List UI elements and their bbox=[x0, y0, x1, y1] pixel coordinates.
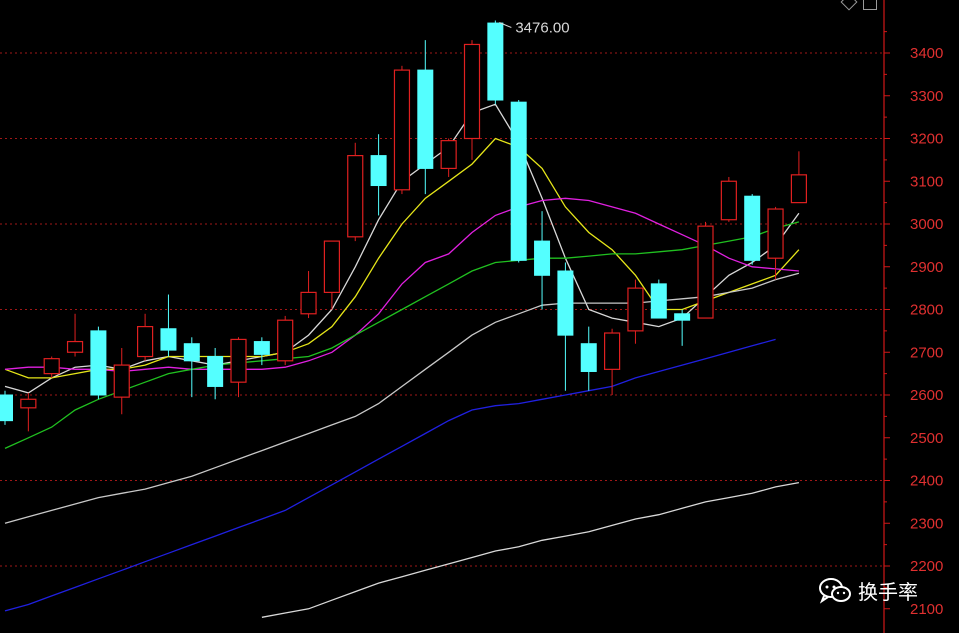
candle-body bbox=[697, 225, 714, 319]
candle-body bbox=[90, 330, 107, 396]
candle-body bbox=[487, 22, 504, 101]
square-icon[interactable] bbox=[863, 0, 877, 10]
candle-body bbox=[417, 69, 434, 169]
candle-body bbox=[66, 340, 84, 353]
watermark: 换手率 bbox=[818, 576, 918, 605]
candle-body bbox=[230, 338, 247, 383]
candle-body bbox=[674, 313, 691, 321]
candle-body bbox=[557, 270, 574, 336]
candle-body bbox=[534, 240, 551, 276]
candle-body bbox=[580, 343, 597, 372]
peak-annotation: 3476.00 bbox=[499, 20, 570, 37]
watermark-text: 换手率 bbox=[858, 580, 918, 604]
toolbar-icons bbox=[840, 0, 877, 11]
candle-body bbox=[323, 240, 340, 294]
price-axis: 2100220023002400250026002700280029003000… bbox=[883, 0, 943, 633]
candlestick-chart: 2100220023002400250026002700280029003000… bbox=[0, 0, 943, 633]
peak-label: 3476.00 bbox=[515, 20, 569, 37]
candle-body bbox=[277, 319, 294, 362]
axis-tick-label: 3100 bbox=[910, 173, 943, 190]
candles bbox=[0, 20, 808, 432]
wechat-icon bbox=[819, 577, 851, 604]
axis-tick-label: 2500 bbox=[910, 430, 943, 447]
axis-tick-label: 3400 bbox=[910, 45, 943, 62]
candle-body bbox=[43, 358, 60, 375]
moving-average-line bbox=[4, 272, 800, 524]
candle-body bbox=[0, 394, 13, 422]
candle-body bbox=[790, 174, 808, 204]
moving-average-line bbox=[261, 481, 800, 618]
axis-tick-label: 2900 bbox=[910, 259, 943, 276]
axis-tick-label: 3200 bbox=[910, 131, 943, 148]
candle-body bbox=[767, 208, 784, 259]
candle-body bbox=[650, 283, 667, 319]
axis-tick-label: 2200 bbox=[910, 558, 943, 575]
axis-tick-label: 3300 bbox=[910, 88, 943, 105]
axis-tick-label: 2700 bbox=[910, 344, 943, 361]
candle-body bbox=[720, 180, 737, 221]
candle-body bbox=[20, 398, 37, 409]
candle-body bbox=[347, 155, 364, 238]
axis-tick-label: 2400 bbox=[910, 473, 943, 490]
candle-body bbox=[393, 69, 411, 191]
candle-body bbox=[160, 328, 177, 351]
candle-body bbox=[370, 155, 387, 187]
candle-body bbox=[510, 101, 527, 261]
candle-body bbox=[440, 140, 457, 170]
axis-tick-label: 3000 bbox=[910, 216, 943, 233]
candle-body bbox=[183, 343, 200, 362]
candle-body bbox=[627, 287, 644, 332]
candle-body bbox=[744, 195, 761, 261]
axis-tick-label: 2800 bbox=[910, 302, 943, 319]
candle-body bbox=[603, 332, 621, 370]
candle-body bbox=[253, 341, 270, 355]
moving-average-line bbox=[4, 221, 800, 449]
grid-lines bbox=[0, 52, 884, 567]
candle-body bbox=[300, 291, 317, 315]
diamond-icon[interactable] bbox=[840, 0, 858, 11]
candle-body bbox=[137, 326, 154, 358]
candle-body bbox=[207, 356, 224, 387]
axis-tick-label: 2300 bbox=[910, 515, 943, 532]
candle-body bbox=[113, 364, 130, 398]
candle-body bbox=[463, 43, 481, 140]
axis-tick-label: 2600 bbox=[910, 387, 943, 404]
